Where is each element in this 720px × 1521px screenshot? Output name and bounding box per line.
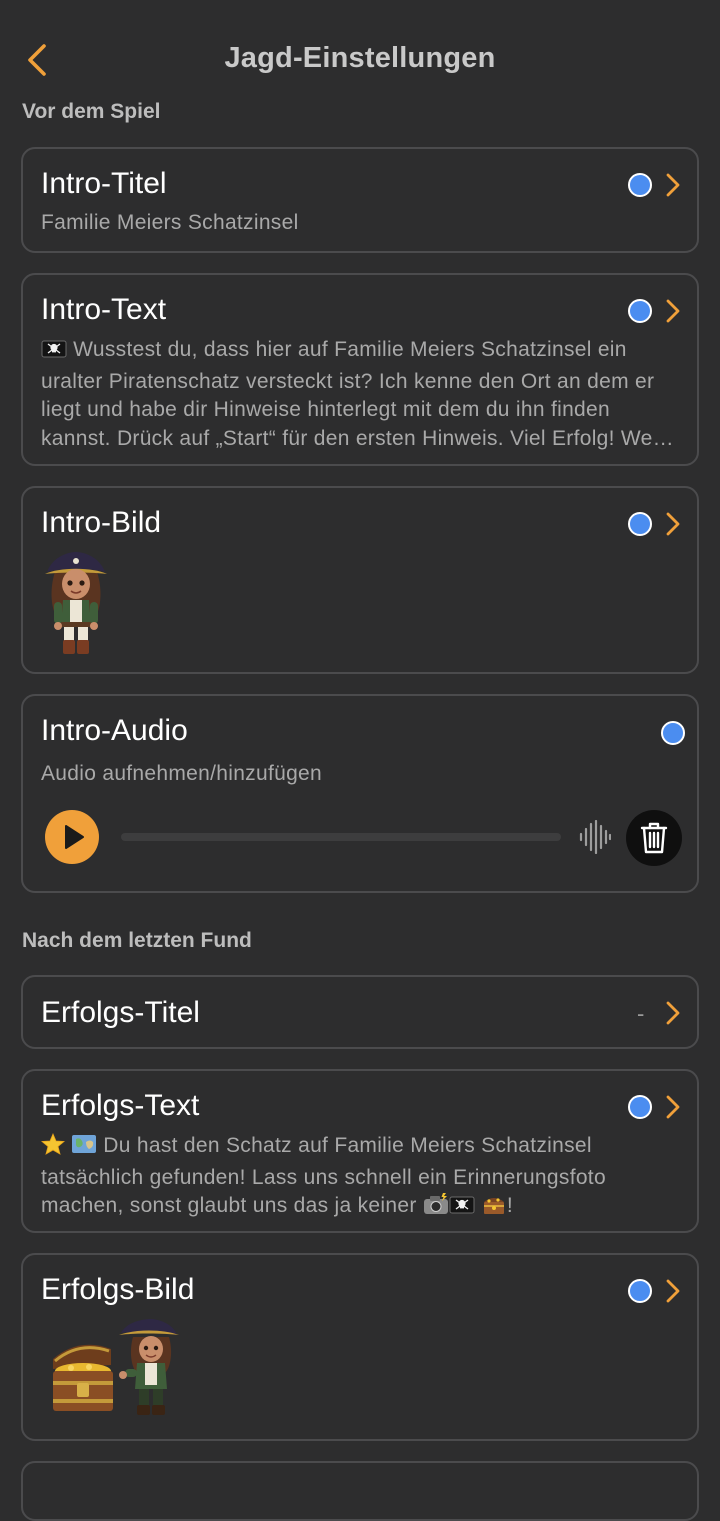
delete-audio-button[interactable] [626,810,682,866]
success-text-label: Erfolgs-Text [41,1089,200,1122]
intro-text-body: Wusstest du, dass hier auf Familie Meier… [41,338,677,450]
success-text-body-1: Du hast den Schatz auf Familie Meiers Sc… [41,1134,606,1217]
intro-title-row[interactable]: Intro-Titel Familie Meiers Schatzinsel [21,147,699,253]
intro-audio-label: Intro-Audio [41,714,188,747]
header: Jagd-Einstellungen [0,0,720,110]
camera-flash-emoji [423,1193,449,1224]
play-icon [65,825,84,849]
play-button[interactable] [45,810,99,864]
status-dot-icon [628,173,652,197]
pirate-flag-emoji [449,1195,475,1224]
next-settings-row[interactable] [21,1461,699,1521]
intro-audio-row: Intro-Audio Audio aufnehmen/hinzufügen [21,694,699,893]
status-dot-icon [661,721,685,745]
chevron-right-icon [666,299,680,323]
intro-text-row[interactable]: Intro-Text Wusstest du, dass hier auf Fa… [21,273,699,466]
intro-title-value: Familie Meiers Schatzinsel [41,211,299,234]
success-title-row[interactable]: Erfolgs-Titel - [21,975,699,1049]
star-emoji [40,1132,66,1164]
intro-title-label: Intro-Titel [41,167,167,200]
chevron-right-icon [666,1001,680,1025]
success-text-row[interactable]: Erfolgs-Text Du hast den Schatz auf Fami… [21,1069,699,1233]
success-text-body-2: ! [506,1194,514,1217]
status-dot-icon [628,299,652,323]
success-text-value: Du hast den Schatz auf Familie Meiers Sc… [40,1132,681,1224]
treasure-chest-thumbnail [53,1319,179,1415]
pirate-flag-emoji [41,339,67,368]
intro-text-label: Intro-Text [41,293,167,326]
status-dot-icon [628,1095,652,1119]
chevron-right-icon [666,1095,680,1119]
chevron-right-icon [666,512,680,536]
trash-icon [640,822,668,854]
map-emoji [71,1133,97,1164]
section-title-before-game: Vor dem Spiel [22,100,161,123]
status-dot-icon [628,512,652,536]
chevron-right-icon [666,173,680,197]
waveform-icon [579,820,611,854]
success-title-label: Erfolgs-Titel [41,996,200,1029]
success-title-value: - [637,1001,645,1026]
audio-progress-bar[interactable] [121,833,561,841]
treasure-emoji [481,1193,507,1224]
success-image-label: Erfolgs-Bild [41,1273,195,1306]
section-title-after-last-find: Nach dem letzten Fund [22,929,252,952]
page-title: Jagd-Einstellungen [224,42,496,74]
intro-text-value: Wusstest du, dass hier auf Familie Meier… [41,336,681,453]
chevron-right-icon [666,1279,680,1303]
status-dot-icon [628,1279,652,1303]
success-image-row[interactable]: Erfolgs-Bild [21,1253,699,1441]
intro-audio-hint[interactable]: Audio aufnehmen/hinzufügen [41,760,681,789]
intro-image-label: Intro-Bild [41,506,162,539]
pirate-girl-thumbnail [45,552,107,654]
intro-image-row[interactable]: Intro-Bild [21,486,699,674]
